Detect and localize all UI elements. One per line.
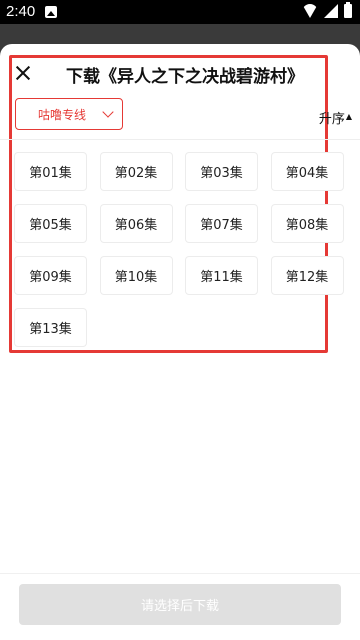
episode-item[interactable]: 第13集 bbox=[14, 308, 87, 347]
source-select[interactable]: 咕噜专线 bbox=[15, 98, 123, 130]
episode-item[interactable]: 第04集 bbox=[270, 152, 344, 191]
close-button[interactable] bbox=[12, 62, 34, 84]
episode-item[interactable]: 第09集 bbox=[14, 256, 87, 295]
episode-item[interactable]: 第01集 bbox=[14, 152, 87, 191]
episode-item[interactable]: 第05集 bbox=[14, 204, 87, 243]
episode-item[interactable]: 第12集 bbox=[270, 256, 344, 295]
status-bar: 2:40 bbox=[0, 0, 360, 24]
battery-icon bbox=[344, 2, 352, 18]
download-button[interactable]: 请选择后下载 bbox=[19, 584, 341, 625]
download-sheet: 下载《异人之下之决战碧游村》 咕噜专线 升序▲ 第01集 第02集 第03集 第… bbox=[0, 44, 360, 640]
episode-grid: 第01集 第02集 第03集 第04集 第05集 第06集 第07集 第08集 … bbox=[14, 152, 360, 347]
episode-item[interactable]: 第11集 bbox=[185, 256, 258, 295]
episode-item[interactable]: 第02集 bbox=[99, 152, 173, 191]
bottom-divider bbox=[0, 573, 360, 574]
episode-item[interactable]: 第08集 bbox=[270, 204, 344, 243]
signal-icon bbox=[324, 4, 338, 18]
episode-item[interactable]: 第06集 bbox=[99, 204, 173, 243]
episode-item[interactable]: 第03集 bbox=[185, 152, 258, 191]
sheet-title: 下载《异人之下之决战碧游村》 bbox=[66, 67, 304, 87]
status-time: 2:40 bbox=[6, 3, 36, 20]
episode-item[interactable]: 第07集 bbox=[185, 204, 258, 243]
status-icons bbox=[302, 2, 352, 18]
sort-toggle[interactable]: 升序▲ bbox=[319, 108, 352, 127]
chevron-down-icon bbox=[102, 106, 114, 118]
episode-item[interactable]: 第10集 bbox=[99, 256, 173, 295]
wifi-icon bbox=[302, 4, 318, 18]
sort-arrow-icon: ▲ bbox=[345, 112, 352, 121]
divider bbox=[0, 139, 360, 140]
sort-label: 升序 bbox=[318, 112, 345, 127]
image-icon bbox=[45, 6, 57, 18]
source-select-label: 咕噜专线 bbox=[38, 107, 87, 122]
